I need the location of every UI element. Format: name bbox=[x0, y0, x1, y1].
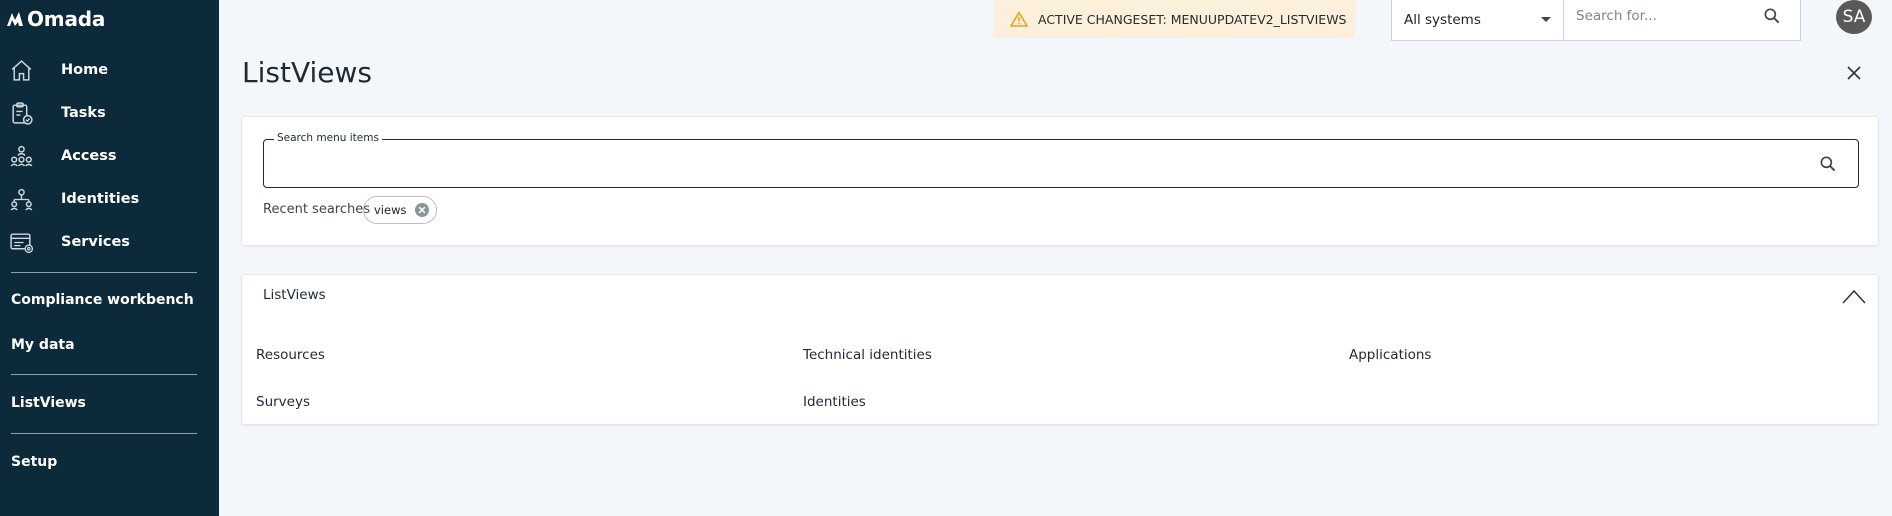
identities-icon bbox=[10, 188, 33, 211]
home-icon bbox=[11, 60, 32, 81]
sidebar: Omada Home Tasks Access Identities Servi… bbox=[0, 0, 219, 516]
sidebar-divider bbox=[11, 433, 197, 434]
recent-search-chip[interactable]: views bbox=[363, 196, 438, 224]
access-icon bbox=[10, 145, 33, 167]
sidebar-link-setup[interactable]: Setup bbox=[11, 454, 57, 470]
recent-searches-label: Recent searches bbox=[263, 202, 371, 217]
sidebar-item-tasks[interactable]: Tasks bbox=[0, 93, 219, 133]
chevron-up-icon[interactable] bbox=[1842, 287, 1866, 305]
menu-link-surveys[interactable]: Surveys bbox=[256, 394, 310, 410]
services-icon bbox=[10, 233, 34, 254]
menu-link-applications[interactable]: Applications bbox=[1349, 347, 1431, 363]
global-search-input[interactable] bbox=[1576, 4, 1756, 28]
sidebar-link-my-data[interactable]: My data bbox=[11, 337, 75, 353]
sidebar-divider bbox=[11, 374, 197, 375]
menu-search-card: Search menu items Recent searches views bbox=[241, 116, 1879, 246]
sidebar-link-listviews[interactable]: ListViews bbox=[11, 395, 86, 411]
chevron-down-icon bbox=[1541, 17, 1551, 22]
page-title: ListViews bbox=[242, 56, 372, 89]
sidebar-item-label: Services bbox=[61, 234, 130, 250]
listviews-group-card: ListViews Resources Technical identities… bbox=[241, 274, 1879, 425]
sidebar-item-identities[interactable]: Identities bbox=[0, 179, 219, 219]
logo-text: Omada bbox=[27, 7, 106, 31]
close-icon[interactable] bbox=[1845, 64, 1863, 82]
system-select-value: All systems bbox=[1404, 12, 1481, 28]
user-avatar[interactable]: SA bbox=[1836, 0, 1872, 34]
search-icon[interactable] bbox=[1762, 6, 1782, 26]
sidebar-item-access[interactable]: Access bbox=[0, 136, 219, 176]
sidebar-item-services[interactable]: Services bbox=[0, 222, 219, 262]
menu-link-technical-identities[interactable]: Technical identities bbox=[803, 347, 932, 363]
search-icon[interactable] bbox=[1818, 154, 1838, 174]
menu-search-field[interactable]: Search menu items bbox=[263, 132, 1859, 188]
warning-icon bbox=[1010, 11, 1028, 27]
sidebar-item-label: Access bbox=[61, 148, 117, 164]
menu-link-identities[interactable]: Identities bbox=[803, 394, 866, 410]
group-title[interactable]: ListViews bbox=[263, 287, 326, 303]
recent-search-chip-label: views bbox=[374, 203, 407, 217]
sidebar-item-label: Home bbox=[61, 62, 109, 78]
sidebar-item-label: Identities bbox=[61, 191, 140, 207]
sidebar-link-compliance-workbench[interactable]: Compliance workbench bbox=[11, 292, 194, 308]
changeset-text: ACTIVE CHANGESET: MENUUPDATEV2_LISTVIEWS bbox=[1038, 11, 1347, 27]
global-search[interactable] bbox=[1563, 0, 1801, 41]
menu-search-label: Search menu items bbox=[274, 132, 382, 144]
omada-logo-icon bbox=[7, 12, 23, 26]
omada-logo[interactable]: Omada bbox=[6, 6, 105, 32]
system-select[interactable]: All systems bbox=[1391, 0, 1564, 41]
avatar-initials: SA bbox=[1842, 7, 1866, 27]
menu-link-resources[interactable]: Resources bbox=[256, 347, 325, 363]
sidebar-item-label: Tasks bbox=[61, 105, 106, 121]
menu-search-input[interactable] bbox=[276, 150, 1796, 176]
remove-chip-icon[interactable] bbox=[414, 202, 430, 218]
tasks-icon bbox=[12, 102, 33, 125]
sidebar-item-home[interactable]: Home bbox=[0, 50, 219, 90]
sidebar-divider bbox=[11, 272, 197, 273]
active-changeset-banner: ACTIVE CHANGESET: MENUUPDATEV2_LISTVIEWS bbox=[994, 0, 1355, 38]
